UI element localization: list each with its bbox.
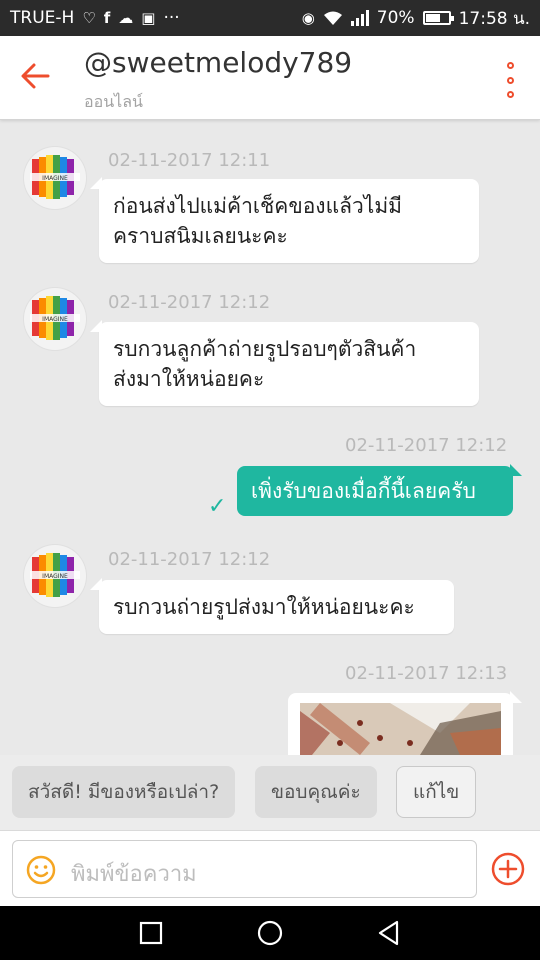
triangle-back-icon[interactable] xyxy=(375,919,403,947)
eye-comfort-icon: ◉ xyxy=(301,8,315,27)
check-icon: ✓ xyxy=(208,494,227,519)
message-timestamp: 02-11-2017 12:12 xyxy=(108,292,271,313)
more-notifications-icon: ··· xyxy=(163,8,180,28)
outgoing-message-bubble[interactable]: เพิ่งรับของเมื่อกี้นี้เลยครับ xyxy=(237,464,522,516)
message-timestamp: 02-11-2017 12:11 xyxy=(108,150,271,171)
square-recents-icon[interactable] xyxy=(137,919,165,947)
message-text: รบกวนถ่ายรูปส่งมาให้หน่อยนะคะ xyxy=(113,595,415,619)
clock: 17:58 น. xyxy=(458,8,530,29)
svg-text:IMAGINE: IMAGINE xyxy=(42,316,68,323)
signal-icon xyxy=(350,10,369,26)
chat-header: @sweetmelody789 ออนไลน์ xyxy=(0,36,540,120)
quick-reply-chip[interactable]: ขอบคุณค่ะ xyxy=(255,766,377,818)
incoming-message-bubble[interactable]: รบกวนลูกค้าถ่ายรูปรอบๆตัวสินค้า ส่งมาให้… xyxy=(90,320,479,406)
smiley-icon[interactable] xyxy=(25,854,57,886)
avatar[interactable]: IMAGINE xyxy=(24,545,86,607)
message-timestamp: 02-11-2017 12:12 xyxy=(108,549,271,570)
gallery-notification-icon: ▣ xyxy=(141,8,156,27)
circle-home-icon[interactable] xyxy=(256,919,284,947)
arrow-left-icon[interactable] xyxy=(18,58,54,94)
message-timestamp: 02-11-2017 12:13 xyxy=(345,663,508,684)
carrier-label: TRUE-H xyxy=(10,8,75,28)
message-text-line: ก่อนส่งไปแม่ค้าเช็คของแล้วไม่มี xyxy=(113,194,403,218)
message-timestamp: 02-11-2017 12:12 xyxy=(345,435,508,456)
edit-quick-replies-button[interactable]: แก้ไข xyxy=(396,766,477,818)
wifi-icon xyxy=(323,11,342,25)
battery-icon xyxy=(422,11,454,25)
svg-text:IMAGINE: IMAGINE xyxy=(42,175,68,182)
avatar[interactable]: IMAGINE xyxy=(24,288,86,350)
composer: พิมพ์ข้อความ xyxy=(0,830,540,906)
message-text-line: ส่งมาให้หน่อยคะ xyxy=(113,367,265,391)
svg-text:IMAGINE: IMAGINE xyxy=(42,573,68,580)
cloud-icon: ☁ xyxy=(118,8,134,27)
quick-replies-bar: สวัสดี! มีของหรือเปล่า? ขอบคุณค่ะ แก้ไข xyxy=(0,755,540,830)
plus-circle-icon[interactable] xyxy=(490,851,526,887)
incoming-message-bubble[interactable]: ก่อนส่งไปแม่ค้าเช็คของแล้วไม่มี คราบสนิม… xyxy=(90,177,479,263)
incoming-message-bubble[interactable]: รบกวนถ่ายรูปส่งมาให้หน่อยนะคะ xyxy=(90,578,454,634)
photo-thumbnail[interactable] xyxy=(300,703,501,755)
chat-title: @sweetmelody789 xyxy=(84,46,353,79)
status-bar: TRUE-H ♡ f ☁ ▣ ··· ◉ 70% 17:58 น. xyxy=(0,0,540,36)
facebook-icon: f xyxy=(103,8,111,27)
message-text: เพิ่งรับของเมื่อกี้นี้เลยครับ xyxy=(251,479,476,503)
quick-reply-chip[interactable]: สวัสดี! มีของหรือเปล่า? xyxy=(12,766,236,818)
message-input[interactable]: พิมพ์ข้อความ xyxy=(12,840,477,898)
avatar[interactable]: IMAGINE xyxy=(24,147,86,209)
more-vertical-icon[interactable] xyxy=(504,62,516,98)
message-text-line: รบกวนลูกค้าถ่ายรูปรอบๆตัวสินค้า xyxy=(113,337,417,361)
message-text-line: คราบสนิมเลยนะคะ xyxy=(113,224,288,248)
battery-percent: 70% xyxy=(376,8,415,28)
health-heart-icon: ♡ xyxy=(82,8,96,27)
message-input-placeholder: พิมพ์ข้อความ xyxy=(71,862,197,887)
system-nav-bar xyxy=(0,906,540,960)
message-list[interactable]: IMAGINE 02-11-2017 12:11 ก่อนส่งไปแม่ค้า… xyxy=(0,121,540,755)
outgoing-image-message[interactable] xyxy=(288,691,522,755)
online-status: ออนไลน์ xyxy=(84,92,143,111)
